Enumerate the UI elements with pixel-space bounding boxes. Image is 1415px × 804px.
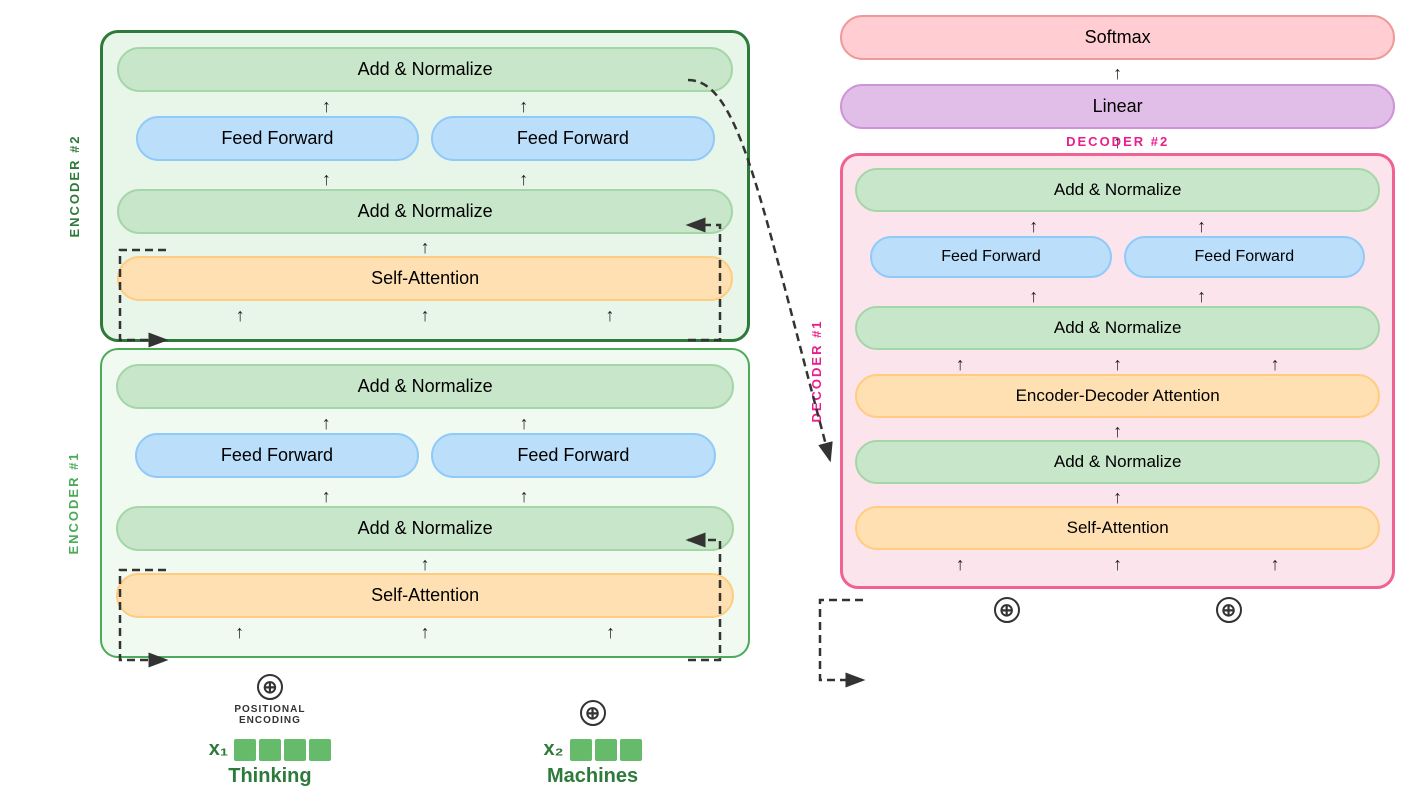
decoder1-enc-dec-attention: Encoder-Decoder Attention xyxy=(855,374,1380,418)
encoder2-arrows-ff: ↑ ↑ xyxy=(117,96,733,116)
dec-arrow1: ↑ xyxy=(1029,216,1038,236)
dec-arrow7: ↑ xyxy=(1271,354,1280,374)
encoder2-arrows-input: ↑ ↑ ↑ xyxy=(117,305,733,325)
dec-arrow3: ↑ xyxy=(1029,286,1038,306)
encoder1-ff-right: Feed Forward xyxy=(431,433,715,478)
encoder1-add-norm-bot: Add & Normalize xyxy=(116,506,734,551)
arrow13: ↑ xyxy=(421,622,430,642)
arrow1: ↑ xyxy=(322,96,331,116)
word-box xyxy=(284,739,306,761)
dec-arrow4: ↑ xyxy=(1197,286,1206,306)
input-label-1: Thinking xyxy=(228,765,311,788)
decoder1-label: DECODER #1 xyxy=(809,319,824,422)
pos-enc-label: POSITIONALENCODING xyxy=(234,704,305,726)
decoder1-add-norm-mid: Add & Normalize xyxy=(855,306,1380,350)
input-item-2: ⊕ x₂ Machines xyxy=(544,700,642,788)
encoder1-ff-left: Feed Forward xyxy=(135,433,419,478)
encoder2-block: ENCODER #2 Add & Normalize ↑ ↑ Feed Forw… xyxy=(100,30,750,342)
encoder2-ff-right: Feed Forward xyxy=(431,116,715,161)
word-box xyxy=(620,739,642,761)
word-box xyxy=(309,739,331,761)
encoders-section: ENCODER #2 Add & Normalize ↑ ↑ Feed Forw… xyxy=(100,30,750,788)
encoder1-self-attention: Self-Attention xyxy=(116,573,734,618)
dec1-arrows-ff: ↑ ↑ xyxy=(855,216,1380,236)
word-boxes-1 xyxy=(234,739,331,761)
arrow12: ↑ xyxy=(235,622,244,642)
arrow2: ↑ xyxy=(519,96,528,116)
encoder1-add-norm-top: Add & Normalize xyxy=(116,364,734,409)
dec1-arrow-an-bot: ↑ xyxy=(855,422,1380,440)
dec-plus-circle-1: ⊕ xyxy=(994,597,1020,623)
dec1-arrows-mid-an: ↑ ↑ xyxy=(855,286,1380,306)
encoder2-label: ENCODER #2 xyxy=(67,134,82,237)
encoder2-arrows-an: ↑ ↑ xyxy=(117,169,733,189)
arrow5: ↑ xyxy=(236,305,245,325)
arrow3: ↑ xyxy=(322,169,331,189)
encoder2-self-attention: Self-Attention xyxy=(117,256,733,301)
arrow8: ↑ xyxy=(322,413,331,433)
arrow6: ↑ xyxy=(421,305,430,325)
dec-arrow10: ↑ xyxy=(1271,554,1280,574)
word-box xyxy=(234,739,256,761)
dec-plus-circle-2: ⊕ xyxy=(1216,597,1242,623)
arrow4: ↑ xyxy=(519,169,528,189)
input-label-2: Machines xyxy=(547,765,638,788)
decoder-outer: DECODER #2 DECODER #1 Add & Normalize ↑ … xyxy=(840,153,1395,589)
arrow9: ↑ xyxy=(520,413,529,433)
dec-arrow8: ↑ xyxy=(956,554,965,574)
encoder2-add-norm-bot: Add & Normalize xyxy=(117,189,733,234)
encoder2-add-norm-top: Add & Normalize xyxy=(117,47,733,92)
decoder1-ff-left: Feed Forward xyxy=(870,236,1111,278)
word-box xyxy=(595,739,617,761)
arrow11: ↑ xyxy=(520,486,529,506)
decoder1-ff-right: Feed Forward xyxy=(1124,236,1365,278)
decoder1-add-norm-bot: Add & Normalize xyxy=(855,440,1380,484)
dec-arrow2: ↑ xyxy=(1197,216,1206,236)
input-var-2: x₂ xyxy=(544,738,564,761)
plus-circle-1: ⊕ xyxy=(257,674,283,700)
encoder2-ff-row: Feed Forward Feed Forward xyxy=(117,116,733,161)
encoder1-ff-row: Feed Forward Feed Forward xyxy=(116,433,734,478)
encoder1-arrow-sa: ↑ xyxy=(116,555,734,573)
dec1-arrows-enc-dec: ↑ ↑ ↑ xyxy=(855,354,1380,374)
word-box xyxy=(570,739,592,761)
encoder1-block: ENCODER #1 Add & Normalize ↑ ↑ Feed Forw… xyxy=(100,348,750,658)
encoder1-label: ENCODER #1 xyxy=(66,451,81,554)
encoder1-arrows-input: ↑ ↑ ↑ xyxy=(116,622,734,642)
decoder2-label: DECODER #2 xyxy=(1066,134,1169,149)
decoder1-add-norm-top: Add & Normalize xyxy=(855,168,1380,212)
input-var-1: x₁ xyxy=(209,738,228,761)
plus-circle-2: ⊕ xyxy=(580,700,606,726)
word-box xyxy=(259,739,281,761)
decoder1-self-attention: Self-Attention xyxy=(855,506,1380,550)
encoder2-arrow-sa: ↑ xyxy=(117,238,733,256)
arrow10: ↑ xyxy=(322,486,331,506)
diagram-container: ENCODER #2 Add & Normalize ↑ ↑ Feed Forw… xyxy=(0,0,1415,804)
decoders-section: Softmax ↑ Linear ↑ DECODER #2 DECODER #1… xyxy=(840,15,1395,623)
arrow14: ↑ xyxy=(606,622,615,642)
encoder1-arrows-ff: ↑ ↑ xyxy=(116,413,734,433)
encoder1-arrows-an: ↑ ↑ xyxy=(116,486,734,506)
dec1-arrows-input: ↑ ↑ ↑ xyxy=(855,554,1380,574)
arrow-softmax: ↑ xyxy=(840,64,1395,82)
linear-box: Linear xyxy=(840,84,1395,129)
dec-arrow9: ↑ xyxy=(1113,554,1122,574)
arrow7: ↑ xyxy=(606,305,615,325)
input-item-1: ⊕ POSITIONALENCODING x₁ Thinking xyxy=(209,674,331,788)
dec-arrow5: ↑ xyxy=(956,354,965,374)
softmax-box: Softmax xyxy=(840,15,1395,60)
encoder2-ff-left: Feed Forward xyxy=(136,116,420,161)
dec1-arrow-sa: ↑ xyxy=(855,488,1380,506)
word-boxes-2 xyxy=(570,739,642,761)
dec-arrow6: ↑ xyxy=(1113,354,1122,374)
decoder1-ff-row: Feed Forward Feed Forward xyxy=(855,236,1380,278)
input-section: ⊕ POSITIONALENCODING x₁ Thinking ⊕ xyxy=(100,674,750,788)
